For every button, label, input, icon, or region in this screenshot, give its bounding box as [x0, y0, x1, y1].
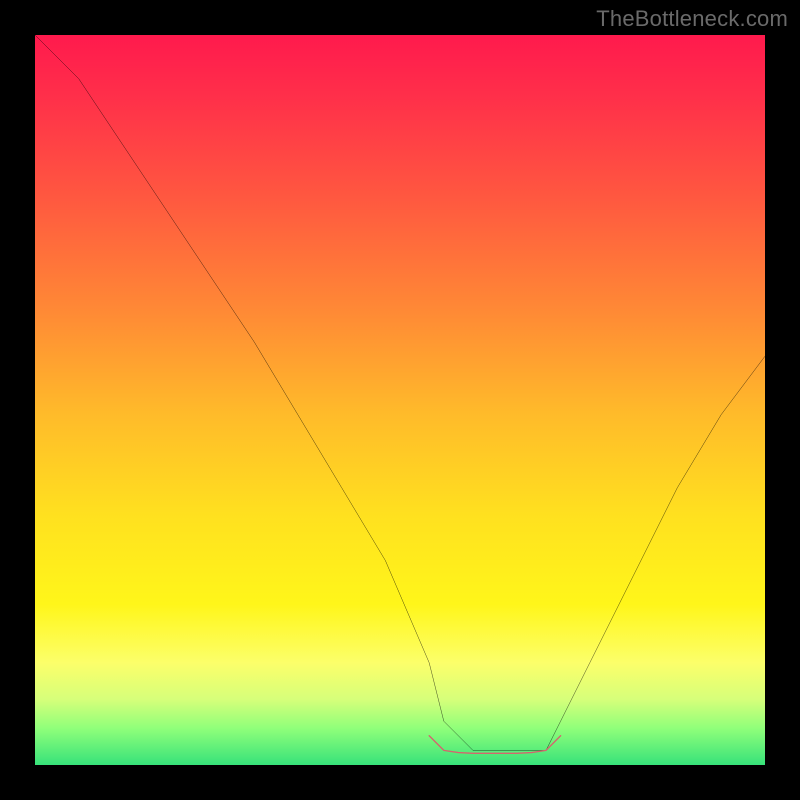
bottleneck-curve-line [35, 35, 765, 750]
watermark-text: TheBottleneck.com [596, 6, 788, 32]
optimal-band-line [429, 736, 560, 754]
chart-svg [35, 35, 765, 765]
chart-plot-area [35, 35, 765, 765]
chart-frame: TheBottleneck.com [0, 0, 800, 800]
